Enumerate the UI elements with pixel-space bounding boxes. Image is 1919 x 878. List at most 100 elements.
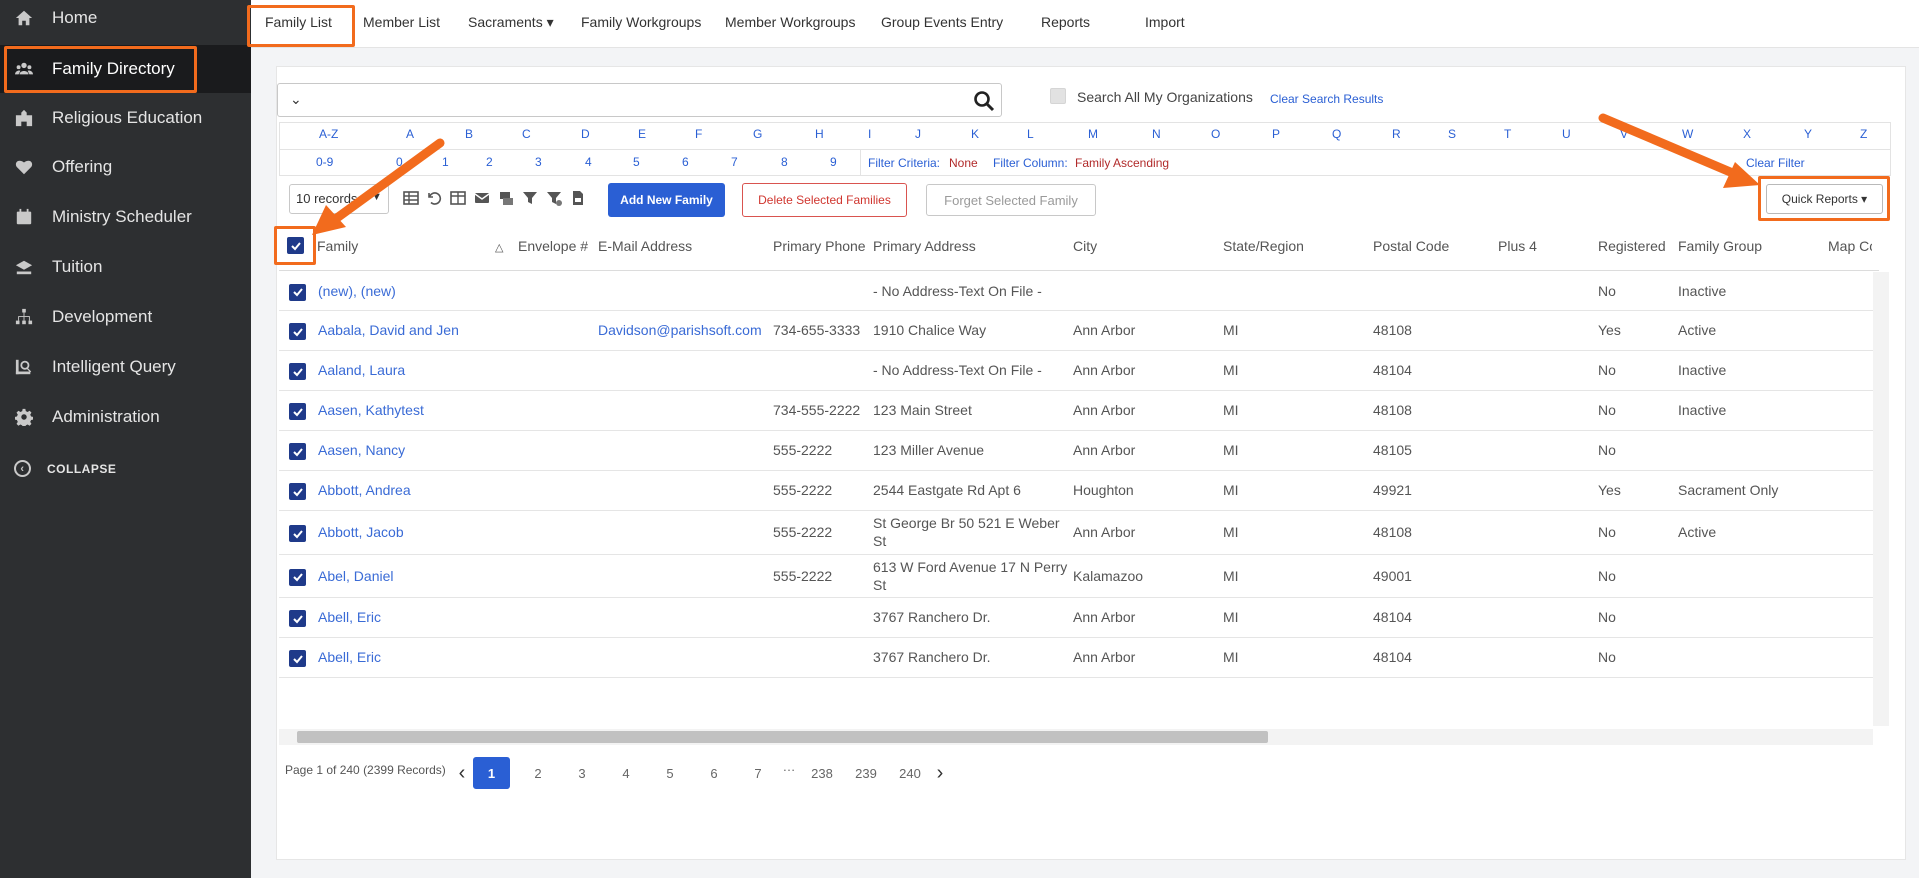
pager-page[interactable]: 238	[808, 757, 836, 789]
clear-filter-link[interactable]: Clear Filter	[1746, 156, 1805, 170]
digit-filter-2[interactable]: 2	[486, 155, 493, 169]
alpha-filter-x[interactable]: X	[1743, 127, 1751, 141]
alpha-filter-t[interactable]: T	[1504, 127, 1511, 141]
pager-page[interactable]: 1	[473, 757, 510, 789]
pager-page[interactable]: 3	[568, 757, 596, 789]
sidebar-item-administration[interactable]: Administration	[0, 393, 251, 441]
grid-view-icon[interactable]	[403, 190, 419, 206]
alpha-filter-k[interactable]: K	[971, 127, 979, 141]
row-checkbox[interactable]	[289, 283, 306, 301]
sidebar-item-intelligent-query[interactable]: Intelligent Query	[0, 343, 251, 391]
alpha-filter-u[interactable]: U	[1562, 127, 1571, 141]
sidebar-item-ministry-scheduler[interactable]: Ministry Scheduler	[0, 193, 251, 241]
row-checkbox[interactable]	[289, 650, 306, 667]
digit-filter-0[interactable]: 0	[396, 155, 403, 169]
alpha-filter-m[interactable]: M	[1088, 127, 1098, 141]
alpha-filter-n[interactable]: N	[1152, 127, 1161, 141]
tab-member-workgroups[interactable]: Member Workgroups	[725, 0, 855, 44]
alpha-filter-e[interactable]: E	[638, 127, 646, 141]
sidebar-item-offering[interactable]: Offering	[0, 143, 251, 191]
column-header-email[interactable]: E-Mail Address	[598, 238, 692, 254]
alpha-filter-w[interactable]: W	[1682, 127, 1693, 141]
alpha-filter-b[interactable]: B	[465, 127, 473, 141]
filter-icon[interactable]	[522, 190, 538, 206]
alpha-filter-g[interactable]: G	[753, 127, 762, 141]
column-header-phone[interactable]: Primary Phone	[773, 238, 866, 254]
chevron-down-icon[interactable]: ⌄	[290, 91, 302, 108]
alpha-filter-h[interactable]: H	[815, 127, 824, 141]
pager-page[interactable]: 5	[656, 757, 684, 789]
search-all-orgs-checkbox[interactable]	[1050, 88, 1066, 104]
alpha-filter-l[interactable]: L	[1027, 127, 1034, 141]
digit-filter-1[interactable]: 1	[442, 155, 449, 169]
column-header-postal[interactable]: Postal Code	[1373, 238, 1449, 254]
alpha-filter-o[interactable]: O	[1211, 127, 1220, 141]
family-name-link[interactable]: Aabala, David and Jen	[318, 322, 459, 338]
sidebar-item-development[interactable]: Development	[0, 293, 251, 341]
columns-icon[interactable]	[450, 190, 466, 206]
pager-page[interactable]: 7	[744, 757, 772, 789]
tab-member-list[interactable]: Member List	[363, 0, 440, 44]
family-name-link[interactable]: Aasen, Nancy	[318, 442, 405, 458]
alpha-filter-r[interactable]: R	[1392, 127, 1401, 141]
alpha-filter-y[interactable]: Y	[1804, 127, 1812, 141]
export-icon[interactable]	[570, 190, 586, 206]
column-header-map[interactable]: Map Co	[1828, 238, 1872, 254]
row-checkbox[interactable]	[289, 610, 306, 627]
row-checkbox[interactable]	[289, 483, 306, 500]
horizontal-scrollbar-thumb[interactable]	[297, 731, 1268, 743]
email-icon[interactable]	[474, 190, 490, 206]
chevron-right-icon[interactable]: ›	[933, 757, 947, 789]
column-header-envelope[interactable]: Envelope #	[518, 238, 588, 254]
column-header-family[interactable]: Family	[317, 238, 358, 254]
alpha-filter-j[interactable]: J	[915, 127, 921, 141]
row-checkbox[interactable]	[289, 363, 306, 380]
family-name-link[interactable]: Abbott, Andrea	[318, 482, 411, 498]
tab-family-workgroups[interactable]: Family Workgroups	[581, 0, 701, 44]
tab-reports[interactable]: Reports	[1041, 0, 1090, 44]
table-row[interactable]	[279, 272, 1879, 311]
column-header-plus4[interactable]: Plus 4	[1498, 238, 1537, 254]
family-name-link[interactable]: Aaland, Laura	[318, 362, 405, 378]
tab-family-list[interactable]: Family List	[265, 0, 332, 44]
pager-page[interactable]: 4	[612, 757, 640, 789]
digit-filter-9[interactable]: 9	[830, 155, 837, 169]
row-checkbox[interactable]	[289, 403, 306, 420]
digit-filter-3[interactable]: 3	[535, 155, 542, 169]
alpha-filter-z[interactable]: Z	[1860, 127, 1867, 141]
undo-icon[interactable]	[426, 190, 442, 206]
alpha-filter-c[interactable]: C	[522, 127, 531, 141]
alpha-filter-a-z[interactable]: A-Z	[319, 127, 338, 141]
digit-filter-7[interactable]: 7	[731, 155, 738, 169]
pager-page[interactable]: 2	[524, 757, 552, 789]
clear-filter-icon[interactable]	[546, 190, 562, 206]
row-checkbox[interactable]	[289, 525, 306, 542]
family-name-link[interactable]: Abbott, Jacob	[318, 524, 404, 540]
collapse-button[interactable]: ‹ COLLAPSE	[14, 460, 116, 477]
alpha-filter-s[interactable]: S	[1448, 127, 1456, 141]
column-header-address[interactable]: Primary Address	[873, 238, 976, 254]
pager-page[interactable]: 240	[896, 757, 924, 789]
delete-selected-families-button[interactable]: Delete Selected Families	[742, 183, 907, 217]
family-name-link[interactable]: Abel, Daniel	[318, 568, 394, 584]
digit-filter-5[interactable]: 5	[633, 155, 640, 169]
forget-selected-family-button[interactable]: Forget Selected Family	[926, 184, 1096, 216]
pager-page[interactable]: 6	[700, 757, 728, 789]
family-name-link[interactable]: Abell, Eric	[318, 649, 381, 665]
alpha-filter-d[interactable]: D	[581, 127, 590, 141]
sidebar-item-religious-education[interactable]: Religious Education	[0, 94, 251, 142]
quick-reports-button[interactable]: Quick Reports ▾	[1766, 184, 1883, 214]
tab-group-events-entry[interactable]: Group Events Entry	[881, 0, 1003, 44]
chevron-left-icon[interactable]: ‹	[455, 757, 469, 789]
alpha-filter-a[interactable]: A	[406, 127, 414, 141]
alpha-filter-v[interactable]: V	[1620, 127, 1628, 141]
digit-filter-4[interactable]: 4	[585, 155, 592, 169]
print-labels-icon[interactable]	[498, 190, 514, 206]
clear-search-results-link[interactable]: Clear Search Results	[1270, 92, 1383, 106]
sidebar-item-tuition[interactable]: Tuition	[0, 243, 251, 291]
column-header-registered[interactable]: Registered	[1598, 238, 1666, 254]
tab-sacraments[interactable]: Sacraments ▾	[468, 0, 554, 44]
sidebar-item-family-directory[interactable]: Family Directory	[0, 45, 251, 93]
family-name-link[interactable]: (new), (new)	[318, 283, 396, 299]
tab-import[interactable]: Import	[1145, 0, 1185, 44]
